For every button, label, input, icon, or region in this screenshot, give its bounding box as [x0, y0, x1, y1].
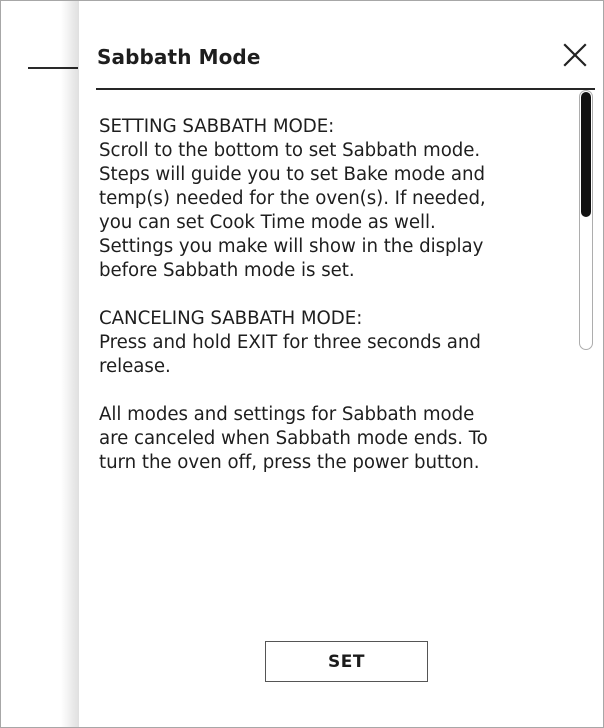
setting-section: SETTING SABBATH MODE: Scroll to the bott…: [99, 115, 577, 283]
setting-line: before Sabbath mode is set.: [99, 260, 355, 281]
sabbath-mode-dialog: Sabbath Mode SETTING SABBATH MODE: Scrol…: [79, 1, 603, 727]
content-scrollbar[interactable]: [579, 90, 593, 350]
dialog-content: SETTING SABBATH MODE: Scroll to the bott…: [99, 115, 577, 475]
canceling-line: Press and hold EXIT for three seconds an…: [99, 332, 481, 353]
ending-section: All modes and settings for Sabbath mode …: [99, 403, 577, 475]
close-icon: [563, 43, 587, 67]
setting-line: Settings you make will show in the displ…: [99, 236, 484, 257]
setting-line: you can set Cook Time mode as well.: [99, 212, 436, 233]
ending-line: All modes and settings for Sabbath mode: [99, 404, 475, 425]
dialog-title: Sabbath Mode: [97, 45, 261, 69]
dialog-shadow: [61, 1, 81, 727]
setting-heading: SETTING SABBATH MODE:: [99, 116, 335, 137]
setting-line: Scroll to the bottom to set Sabbath mode…: [99, 140, 481, 161]
close-button[interactable]: [557, 37, 593, 73]
setting-line: Steps will guide you to set Bake mode an…: [99, 164, 485, 185]
set-button[interactable]: SET: [265, 641, 428, 682]
canceling-section: CANCELING SABBATH MODE: Press and hold E…: [99, 307, 577, 379]
ending-line: are canceled when Sabbath mode ends. To: [99, 428, 488, 449]
scrollbar-thumb[interactable]: [581, 92, 591, 217]
canceling-heading: CANCELING SABBATH MODE:: [99, 308, 363, 329]
header-divider: [96, 88, 595, 90]
canceling-line: release.: [99, 356, 171, 377]
screen-frame: Sabbath Mode SETTING SABBATH MODE: Scrol…: [0, 0, 604, 728]
setting-line: temp(s) needed for the oven(s). If neede…: [99, 188, 486, 209]
ending-line: turn the oven off, press the power butto…: [99, 452, 480, 473]
